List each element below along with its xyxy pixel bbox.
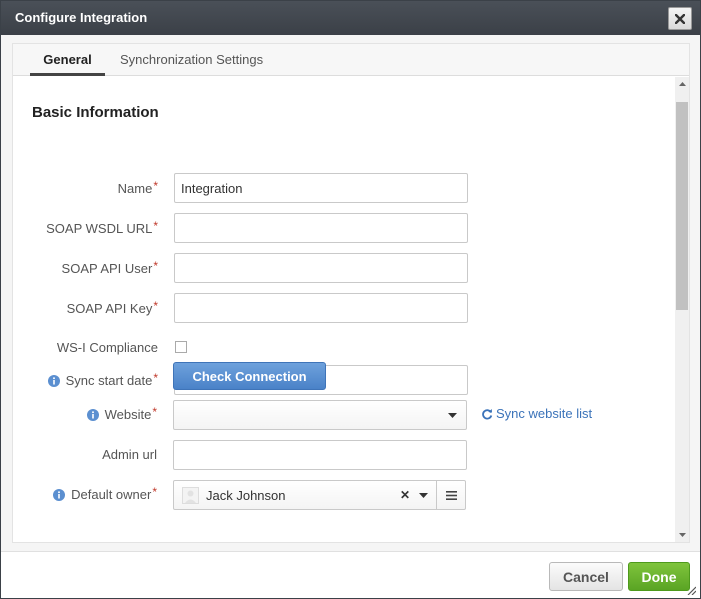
done-button[interactable]: Done bbox=[628, 562, 690, 591]
admin-url-label: Admin url bbox=[102, 447, 157, 462]
clear-icon[interactable]: ✕ bbox=[400, 488, 410, 502]
tab-synchronization-settings[interactable]: Synchronization Settings bbox=[120, 44, 263, 76]
tab-bar: General Synchronization Settings bbox=[13, 44, 689, 76]
dialog-titlebar: Configure Integration bbox=[1, 1, 700, 35]
list-icon bbox=[446, 490, 457, 500]
scrollbar-thumb[interactable] bbox=[676, 102, 688, 310]
tab-general[interactable]: General bbox=[30, 44, 105, 76]
website-label: Website * bbox=[86, 404, 157, 422]
required-marker: * bbox=[152, 484, 157, 499]
admin-url-label-text: Admin url bbox=[102, 447, 157, 462]
close-icon bbox=[675, 13, 685, 24]
sync-website-list-link[interactable]: Sync website list bbox=[481, 406, 592, 421]
scroll-up-button[interactable] bbox=[675, 77, 689, 91]
default-owner-value: Jack Johnson bbox=[206, 488, 286, 503]
dialog-title: Configure Integration bbox=[15, 10, 148, 25]
cancel-button[interactable]: Cancel bbox=[549, 562, 623, 591]
avatar bbox=[182, 487, 199, 504]
chevron-up-icon bbox=[678, 82, 686, 86]
chevron-down-icon[interactable] bbox=[419, 493, 428, 498]
default-owner-label: Default owner * bbox=[53, 484, 157, 502]
info-icon[interactable] bbox=[86, 408, 99, 421]
scroll-down-button[interactable] bbox=[675, 528, 689, 542]
info-icon[interactable] bbox=[53, 488, 66, 501]
website-select[interactable] bbox=[173, 400, 467, 430]
required-marker: * bbox=[152, 404, 157, 419]
dialog-footer: Cancel Done bbox=[1, 551, 700, 598]
chevron-down-icon bbox=[448, 413, 457, 418]
check-connection-button[interactable]: Check Connection bbox=[173, 362, 326, 390]
admin-url-input[interactable] bbox=[173, 440, 467, 470]
scrollbar[interactable] bbox=[675, 77, 689, 542]
website-label-text: Website bbox=[104, 407, 152, 422]
chevron-down-icon bbox=[678, 533, 686, 537]
user-icon bbox=[185, 490, 196, 503]
configure-integration-dialog: Configure Integration General Synchroniz… bbox=[0, 0, 701, 599]
default-owner-label-text: Default owner bbox=[71, 487, 152, 502]
owner-list-button[interactable] bbox=[436, 481, 466, 509]
sync-website-list-label: Sync website list bbox=[496, 406, 593, 421]
default-owner-select[interactable]: Jack Johnson ✕ bbox=[173, 480, 466, 510]
resize-grip-icon[interactable] bbox=[686, 585, 696, 595]
form-lower-region: Check Connection Website * Sync website … bbox=[12, 76, 674, 541]
close-button[interactable] bbox=[668, 7, 692, 30]
refresh-icon bbox=[482, 408, 493, 419]
